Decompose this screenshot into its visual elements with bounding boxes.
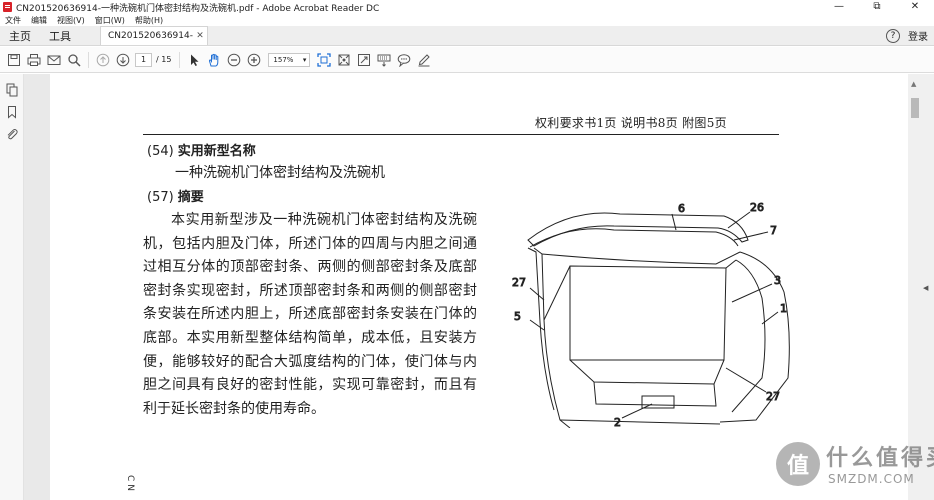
fullscreen-icon[interactable]: [356, 52, 372, 68]
menu-bar: 文件 编辑 视图(V) 窗口(W) 帮助(H): [0, 14, 934, 26]
field-57-code: (57): [147, 190, 174, 205]
field-57-heading: (57) 摘要: [147, 186, 204, 205]
menu-help[interactable]: 帮助(H): [130, 15, 168, 26]
menu-file[interactable]: 文件: [0, 15, 26, 26]
prev-page-icon[interactable]: [95, 52, 111, 68]
pdf-app-icon: [3, 2, 12, 12]
next-page-icon[interactable]: [115, 52, 131, 68]
field-54-heading: (54) 实用新型名称: [147, 140, 256, 159]
leader-27a-drawing: [529, 287, 545, 301]
figure-label-7: 7: [770, 224, 777, 237]
restore-button[interactable]: ⧉: [858, 0, 896, 14]
save-icon[interactable]: [6, 52, 22, 68]
figure-label-6: 6: [678, 202, 685, 215]
close-tab-icon[interactable]: ✕: [193, 31, 207, 41]
figure-label-26: 26: [750, 201, 764, 214]
help-icon[interactable]: ?: [886, 29, 900, 43]
expand-right-panel-icon[interactable]: ◀: [923, 284, 928, 292]
title-bar: CN201520636914-一种洗碗机门体密封结构及洗碗机.pdf - Ado…: [0, 0, 934, 14]
search-icon[interactable]: [66, 52, 82, 68]
field-54-label: 实用新型名称: [177, 144, 256, 159]
document-tab-label: CN201520636914-...: [108, 31, 193, 41]
margin-note: C N: [124, 475, 135, 491]
minimize-button[interactable]: —: [820, 0, 858, 14]
pages-icon[interactable]: [5, 82, 19, 97]
field-54-code: (54): [147, 144, 174, 159]
figure-label-27-left: 27: [512, 276, 526, 289]
menu-edit[interactable]: 编辑: [26, 15, 52, 26]
inner-tub-floor-drawing: [569, 359, 725, 385]
tab-bar: 主页 工具 CN201520636914-... ✕ ? 登录: [0, 26, 934, 46]
abstract-paragraph: 本实用新型涉及一种洗碗机门体密封结构及洗碗机，包括内胆及门体，所述门体的四周与内…: [143, 212, 477, 417]
utility-model-title: 一种洗碗机门体密封结构及洗碗机: [175, 165, 385, 181]
pen-icon[interactable]: [416, 52, 432, 68]
tab-home[interactable]: 主页: [0, 26, 40, 45]
inner-left-wall-drawing: [543, 265, 571, 321]
print-icon[interactable]: [26, 52, 42, 68]
comment-icon[interactable]: [396, 52, 412, 68]
bottom-base-drawing: [559, 419, 721, 425]
door-left-edge-inner-drawing: [527, 247, 555, 411]
right-seal-drawing: [725, 259, 737, 269]
bookmark-icon[interactable]: [5, 104, 19, 119]
page-count: / 15: [156, 55, 172, 64]
hand-icon[interactable]: [206, 52, 222, 68]
page-counts-header: 权利要求书1页 说明书8页 附图5页: [535, 116, 727, 130]
menu-view[interactable]: 视图(V): [52, 15, 90, 26]
close-window-button[interactable]: ✕: [896, 0, 934, 14]
select-arrow-icon[interactable]: [186, 52, 202, 68]
dishwasher-figure: 6 26 7 3 1 27 5 27 2: [512, 201, 790, 428]
watermark: 值 什么值得买 SMZDM.COM: [774, 436, 934, 498]
menu-window[interactable]: 窗口(W): [90, 15, 130, 26]
left-navigation-rail: [0, 74, 24, 500]
leader-3-drawing: [731, 283, 773, 303]
zoom-out-icon[interactable]: [226, 52, 242, 68]
keyboard-icon[interactable]: [376, 52, 392, 68]
figure-label-3: 3: [774, 274, 781, 287]
figure-label-5: 5: [514, 310, 521, 323]
left-page-margin: ◀: [24, 74, 58, 500]
scroll-up-icon[interactable]: ▲: [911, 80, 916, 88]
tab-tools[interactable]: 工具: [40, 26, 80, 45]
abstract-body: 本实用新型涉及一种洗碗机门体密封结构及洗碗机，包括内胆及门体，所述门体的四周与内…: [143, 209, 477, 421]
top-seal-drawing: [541, 251, 741, 265]
zoom-select[interactable]: 157%: [268, 52, 311, 67]
header-rule: [143, 134, 779, 135]
leader-2-drawing: [621, 403, 653, 419]
leader-7-drawing: [733, 231, 769, 241]
signin-button[interactable]: 登录: [908, 26, 934, 45]
inner-tub-front-drawing: [593, 381, 717, 407]
inner-tub-back-drawing: [569, 265, 727, 361]
watermark-text-en: SMZDM.COM: [828, 472, 915, 486]
leader-5-drawing: [529, 319, 545, 331]
figure-label-2: 2: [614, 416, 621, 428]
page-number-input[interactable]: 1: [135, 52, 152, 67]
right-side-inner-drawing: [731, 259, 766, 413]
fit-page-icon[interactable]: [316, 52, 332, 68]
top-lid-drawing: [527, 212, 749, 247]
figure-label-27-right: 27: [766, 390, 780, 403]
crop-icon[interactable]: [336, 52, 352, 68]
figure-label-1: 1: [780, 302, 787, 315]
scrollbar-thumb[interactable]: [911, 98, 919, 118]
watermark-logo: 值: [776, 442, 820, 486]
toolbar: 1 / 15 157%: [0, 47, 934, 73]
lid-inner-edge-drawing: [529, 228, 739, 248]
mail-icon[interactable]: [46, 52, 62, 68]
watermark-text-cn: 什么值得买: [826, 446, 934, 471]
zoom-in-icon[interactable]: [246, 52, 262, 68]
window-title: CN201520636914-一种洗碗机门体密封结构及洗碗机.pdf - Ado…: [16, 3, 380, 14]
field-57-label: 摘要: [177, 190, 204, 205]
attachment-icon[interactable]: [5, 126, 19, 140]
tab-document[interactable]: CN201520636914-... ✕: [100, 26, 208, 45]
